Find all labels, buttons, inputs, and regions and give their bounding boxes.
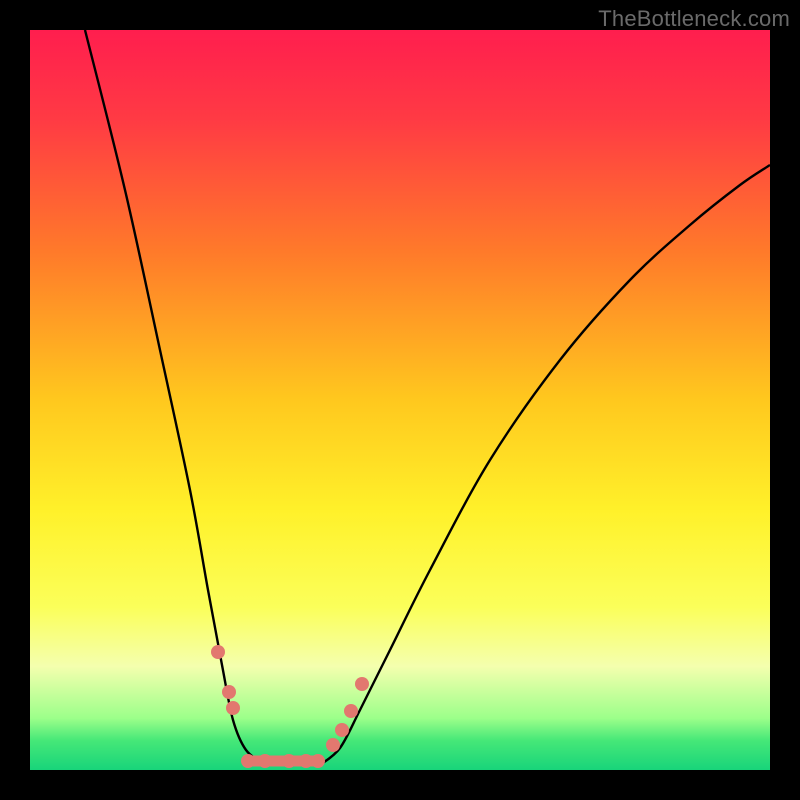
curve-marker (335, 723, 349, 737)
curve-marker (241, 754, 255, 768)
curve-marker (299, 754, 313, 768)
curve-marker (222, 685, 236, 699)
curve-markers (211, 645, 369, 768)
curve-marker (211, 645, 225, 659)
outer-frame: TheBottleneck.com (0, 0, 800, 800)
curve-marker (326, 738, 340, 752)
chart-svg (30, 30, 770, 770)
curve-marker (282, 754, 296, 768)
curve-marker (344, 704, 358, 718)
plot-area (30, 30, 770, 770)
curve-marker (258, 754, 272, 768)
curve-marker (355, 677, 369, 691)
curve-right-branch (320, 165, 770, 765)
curve-left-branch (85, 30, 265, 765)
curve-marker (311, 754, 325, 768)
curve-marker (226, 701, 240, 715)
watermark-text: TheBottleneck.com (598, 6, 790, 32)
